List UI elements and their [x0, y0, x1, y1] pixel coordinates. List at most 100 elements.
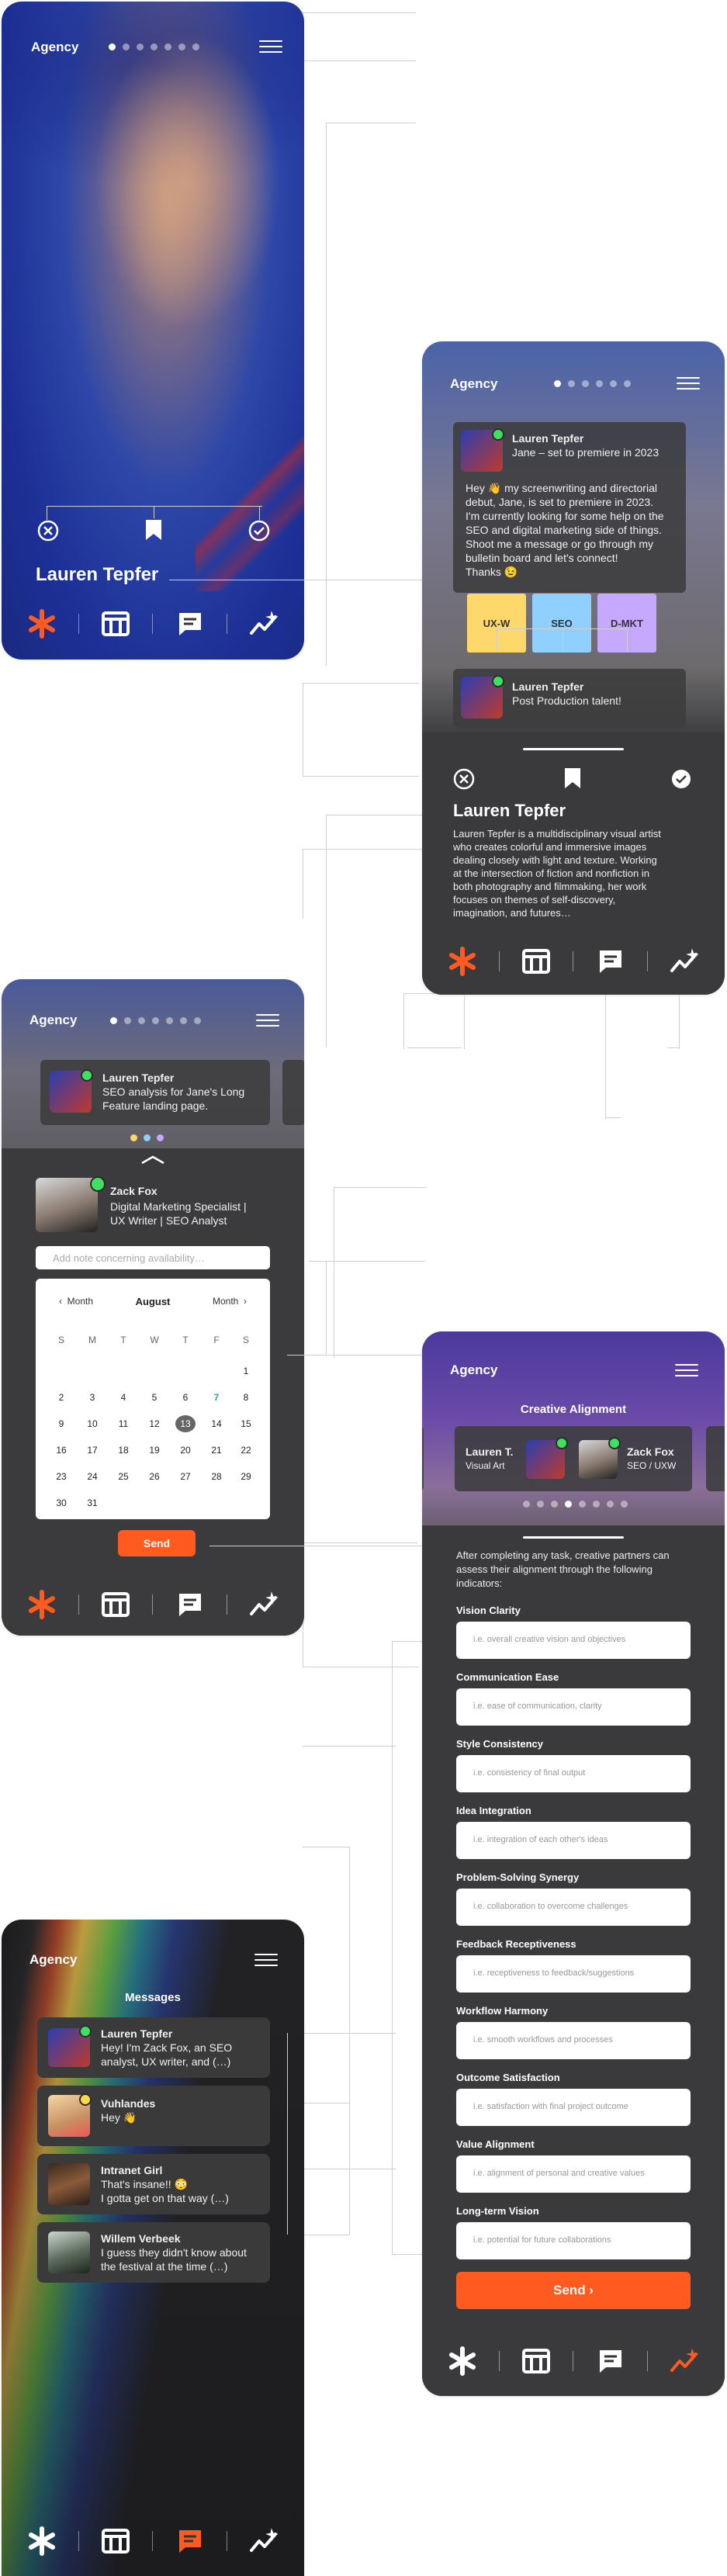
chat-icon[interactable] — [175, 2526, 206, 2557]
close-icon[interactable] — [37, 520, 59, 542]
calendar[interactable]: ‹ Month August Month › SMTWTFS1234567891… — [36, 1279, 270, 1519]
carousel-dots[interactable] — [523, 1501, 628, 1508]
calendar-day[interactable]: 26 — [144, 1468, 164, 1485]
tag-dots[interactable] — [130, 1134, 164, 1141]
post-card[interactable]: Lauren Tepfer Jane – set to premiere in … — [453, 422, 686, 593]
next-month-button[interactable]: Month › — [213, 1296, 247, 1307]
home-star-icon[interactable] — [447, 2346, 478, 2377]
calendar-day[interactable]: 8 — [236, 1389, 256, 1406]
carousel-dots[interactable] — [554, 380, 631, 387]
calendar-day[interactable]: 10 — [82, 1415, 102, 1432]
calendar-day[interactable]: 20 — [175, 1442, 196, 1459]
calendar-day[interactable]: 14 — [206, 1415, 227, 1432]
brand-logo[interactable]: Agency — [31, 40, 78, 55]
brand-logo[interactable]: Agency — [450, 1362, 497, 1378]
send-button[interactable]: Send › — [456, 2272, 691, 2309]
calendar-day[interactable]: 19 — [144, 1442, 164, 1459]
calendar-day[interactable]: 31 — [82, 1494, 102, 1511]
indicator-input[interactable]: i.e. satisfaction with final project out… — [456, 2089, 691, 2126]
board-icon[interactable] — [100, 608, 131, 639]
indicator-input[interactable]: i.e. collaboration to overcome challenge… — [456, 1889, 691, 1926]
calendar-day[interactable]: 28 — [206, 1468, 227, 1485]
menu-icon[interactable] — [675, 1364, 698, 1380]
home-star-icon[interactable] — [447, 946, 478, 977]
calendar-day[interactable]: 12 — [144, 1415, 164, 1432]
indicator-input[interactable]: i.e. ease of communication, clarity — [456, 1688, 691, 1726]
calendar-day[interactable]: 2 — [51, 1389, 71, 1406]
trend-icon[interactable] — [669, 2346, 700, 2377]
calendar-day[interactable]: 21 — [206, 1442, 227, 1459]
menu-icon[interactable] — [677, 377, 700, 393]
calendar-day[interactable]: 6 — [175, 1389, 196, 1406]
check-icon[interactable] — [670, 768, 692, 790]
calendar-day[interactable]: 30 — [51, 1494, 71, 1511]
indicator-input[interactable]: i.e. potential for future collaborations — [456, 2222, 691, 2259]
calendar-day[interactable]: 7 — [206, 1389, 227, 1406]
message-item[interactable]: Intranet Girl That's insane!! 😳 I gotta … — [37, 2154, 270, 2214]
message-preview: Hey! I'm Zack Fox, an SEO — [101, 2041, 233, 2054]
board-icon[interactable] — [100, 2526, 131, 2557]
home-star-icon[interactable] — [26, 1589, 57, 1620]
home-star-icon[interactable] — [26, 608, 57, 639]
calendar-day[interactable]: 15 — [236, 1415, 256, 1432]
chat-icon[interactable] — [175, 608, 206, 639]
message-item[interactable]: Vuhlandes Hey 👋 — [37, 2086, 270, 2146]
note-seo[interactable]: SEO — [532, 594, 591, 653]
post-card-2[interactable]: Lauren Tepfer Post Production talent! — [453, 669, 686, 728]
message-item[interactable]: Willem Verbeek I guess they didn't know … — [37, 2222, 270, 2283]
calendar-day[interactable]: 5 — [144, 1389, 164, 1406]
note-input[interactable]: Add note concerning availability… — [36, 1246, 270, 1269]
bookmark-icon[interactable] — [563, 767, 582, 790]
indicator-input[interactable]: i.e. consistency of final output — [456, 1755, 691, 1792]
calendar-day[interactable]: 16 — [51, 1442, 71, 1459]
calendar-day[interactable]: 1 — [236, 1362, 256, 1380]
board-icon[interactable] — [100, 1589, 131, 1620]
calendar-day[interactable]: 4 — [113, 1389, 133, 1406]
indicator-input[interactable]: i.e. integration of each other's ideas — [456, 1822, 691, 1859]
carousel-dots[interactable] — [109, 43, 199, 50]
calendar-day[interactable]: 13 — [175, 1415, 196, 1432]
trend-icon[interactable] — [248, 2526, 279, 2557]
menu-icon[interactable] — [259, 40, 282, 56]
calendar-day[interactable]: 24 — [82, 1468, 102, 1485]
board-icon[interactable] — [521, 2346, 552, 2377]
brand-logo[interactable]: Agency — [450, 376, 497, 392]
calendar-day[interactable]: 25 — [113, 1468, 133, 1485]
calendar-day[interactable]: 23 — [51, 1468, 71, 1485]
chat-icon[interactable] — [595, 2346, 626, 2377]
carousel-dots[interactable] — [110, 1017, 201, 1024]
check-icon[interactable] — [248, 520, 270, 542]
brand-logo[interactable]: Agency — [29, 1952, 77, 1968]
message-item[interactable]: Lauren Tepfer Hey! I'm Zack Fox, an SEO … — [37, 2017, 270, 2078]
calendar-day[interactable]: 18 — [113, 1442, 133, 1459]
calendar-day[interactable]: 22 — [236, 1442, 256, 1459]
calendar-day[interactable]: 3 — [82, 1389, 102, 1406]
indicator-input[interactable]: i.e. overall creative vision and objecti… — [456, 1622, 691, 1659]
trend-icon[interactable] — [248, 1589, 279, 1620]
calendar-day[interactable]: 27 — [175, 1468, 196, 1485]
indicator-input[interactable]: i.e. alignment of personal and creative … — [456, 2155, 691, 2193]
calendar-day[interactable]: 9 — [51, 1415, 71, 1432]
chevron-up-icon[interactable] — [140, 1155, 166, 1165]
bookmark-icon[interactable] — [144, 518, 163, 542]
trend-icon[interactable] — [248, 608, 279, 639]
calendar-day[interactable]: 11 — [113, 1415, 133, 1432]
home-star-icon[interactable] — [26, 2526, 57, 2557]
menu-icon[interactable] — [256, 1014, 279, 1030]
drag-handle[interactable] — [523, 1536, 624, 1539]
indicator-input[interactable]: i.e. smooth workflows and processes — [456, 2022, 691, 2059]
chat-icon[interactable] — [595, 946, 626, 977]
pair-card[interactable]: Lauren T. Visual Art Zack Fox SEO / UXW — [455, 1426, 692, 1491]
post-card[interactable]: Lauren Tepfer SEO analysis for Jane's Lo… — [40, 1060, 270, 1125]
trend-icon[interactable] — [669, 946, 700, 977]
indicator-input[interactable]: i.e. receptiveness to feedback/suggestio… — [456, 1955, 691, 1993]
brand-logo[interactable]: Agency — [29, 1013, 77, 1028]
calendar-day[interactable]: 17 — [82, 1442, 102, 1459]
close-icon[interactable] — [453, 768, 475, 790]
chat-icon[interactable] — [175, 1589, 206, 1620]
drag-handle[interactable] — [523, 748, 624, 750]
menu-icon[interactable] — [254, 1954, 278, 1969]
board-icon[interactable] — [521, 946, 552, 977]
send-button[interactable]: Send — [118, 1530, 196, 1556]
calendar-day[interactable]: 29 — [236, 1468, 256, 1485]
